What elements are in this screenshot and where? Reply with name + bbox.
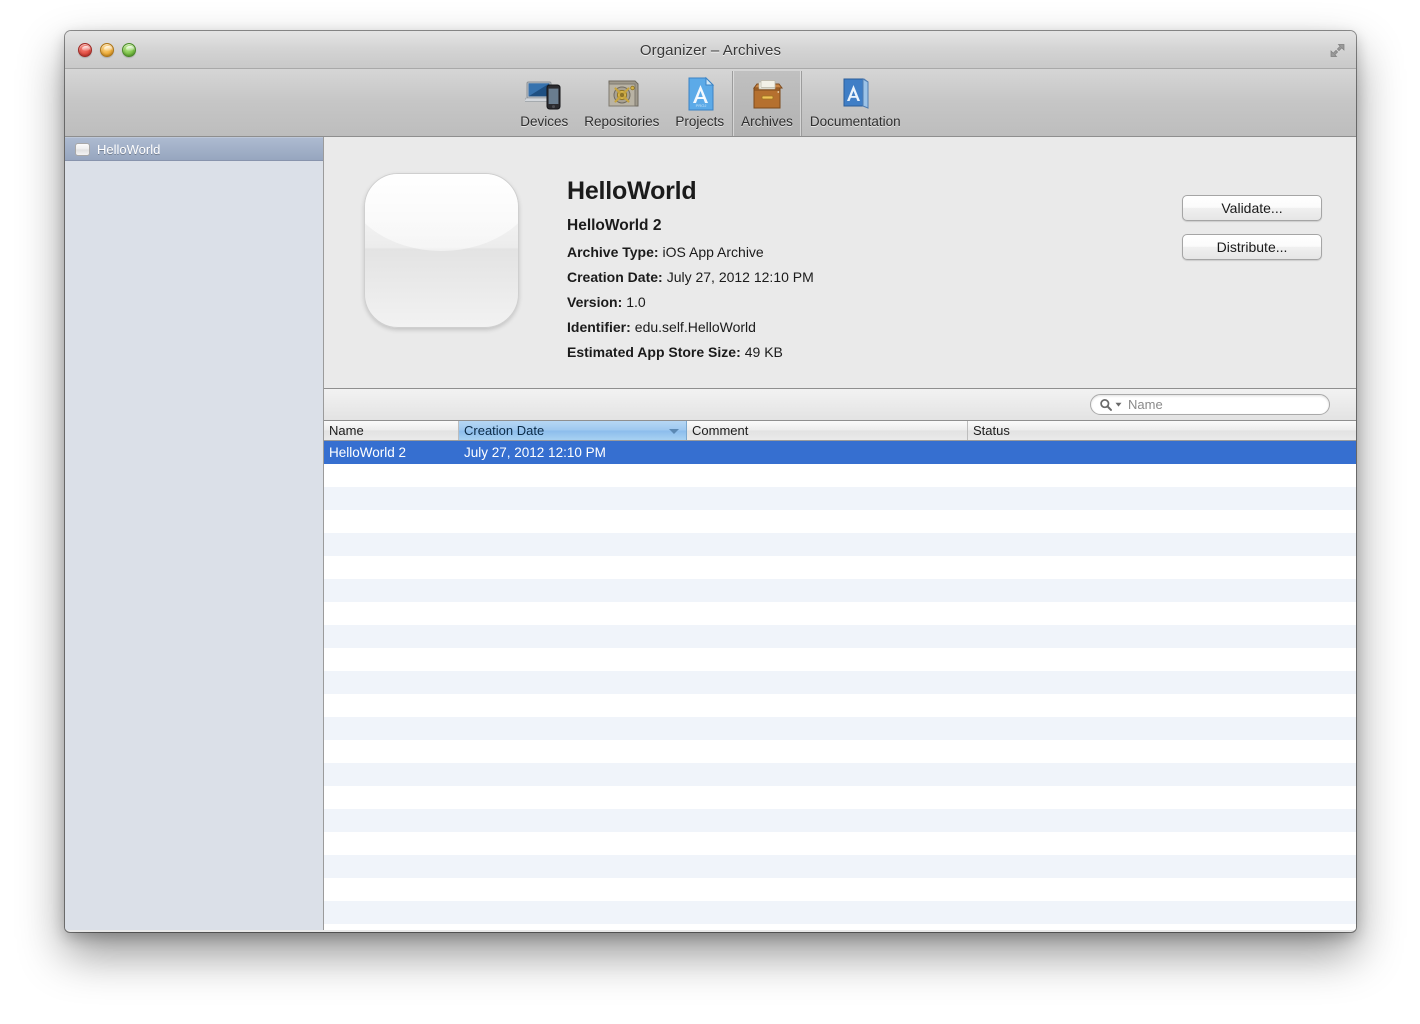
organizer-window: Organizer – Archives Devices bbox=[65, 31, 1356, 932]
meta-archive-type-key: Archive Type: bbox=[567, 244, 659, 260]
meta-creation-date-value: July 27, 2012 12:10 PM bbox=[667, 269, 814, 285]
table-row-empty[interactable] bbox=[324, 510, 1356, 533]
meta-version: Version:1.0 bbox=[567, 294, 814, 310]
validate-button[interactable]: Validate... bbox=[1182, 195, 1322, 221]
column-header-name[interactable]: Name bbox=[324, 421, 459, 440]
distribute-button[interactable]: Distribute... bbox=[1182, 234, 1322, 260]
archives-sidebar: HelloWorld bbox=[65, 137, 324, 930]
sidebar-item-helloworld[interactable]: HelloWorld bbox=[65, 137, 323, 161]
column-header-comment-label: Comment bbox=[692, 423, 748, 438]
table-row-empty[interactable] bbox=[324, 602, 1356, 625]
meta-identifier-key: Identifier: bbox=[567, 319, 631, 335]
toolbar-item-devices[interactable]: Devices bbox=[512, 71, 576, 136]
table-row-empty[interactable] bbox=[324, 625, 1356, 648]
meta-version-key: Version: bbox=[567, 294, 622, 310]
meta-version-value: 1.0 bbox=[626, 294, 645, 310]
search-input[interactable]: Name bbox=[1090, 394, 1330, 415]
table-row-empty[interactable] bbox=[324, 533, 1356, 556]
meta-app-store-size: Estimated App Store Size:49 KB bbox=[567, 344, 814, 360]
projects-icon: PROJ bbox=[681, 74, 719, 112]
table-row-empty[interactable] bbox=[324, 648, 1356, 671]
meta-creation-date: Creation Date:July 27, 2012 12:10 PM bbox=[567, 269, 814, 285]
toolbar-item-documentation[interactable]: Documentation bbox=[802, 71, 909, 136]
app-archive-icon bbox=[75, 143, 90, 156]
archives-content: HelloWorld HelloWorld 2 Archive Type:iOS… bbox=[324, 137, 1356, 930]
meta-app-store-size-value: 49 KB bbox=[745, 344, 783, 360]
toolbar-item-archives[interactable]: Archives bbox=[732, 71, 802, 136]
table-row-empty[interactable] bbox=[324, 786, 1356, 809]
chevron-down-icon[interactable] bbox=[1115, 401, 1122, 408]
table-row[interactable]: HelloWorld 2 July 27, 2012 12:10 PM bbox=[324, 441, 1356, 464]
toolbar-label-devices: Devices bbox=[520, 114, 568, 129]
archives-icon bbox=[748, 74, 786, 112]
table-row-empty[interactable] bbox=[324, 901, 1356, 924]
toolbar-label-projects: Projects bbox=[675, 114, 724, 129]
search-placeholder: Name bbox=[1128, 397, 1163, 412]
devices-icon bbox=[525, 74, 563, 112]
archive-actions: Validate... Distribute... bbox=[1182, 195, 1322, 260]
column-header-comment[interactable]: Comment bbox=[687, 421, 968, 440]
table-row-empty[interactable] bbox=[324, 464, 1356, 487]
column-header-status-label: Status bbox=[973, 423, 1010, 438]
svg-text:PROJ: PROJ bbox=[695, 103, 706, 108]
toolbar-item-projects[interactable]: PROJ Projects bbox=[667, 71, 732, 136]
table-row-empty[interactable] bbox=[324, 717, 1356, 740]
table-header-row: Name Creation Date Comment Status bbox=[324, 421, 1356, 441]
meta-archive-type-value: iOS App Archive bbox=[663, 244, 764, 260]
app-icon bbox=[364, 173, 519, 328]
cell-name: HelloWorld 2 bbox=[324, 445, 459, 460]
cell-creation-date: July 27, 2012 12:10 PM bbox=[459, 445, 687, 460]
documentation-icon bbox=[836, 74, 874, 112]
toolbar-label-documentation: Documentation bbox=[810, 114, 901, 129]
toolbar-label-repositories: Repositories bbox=[584, 114, 659, 129]
column-header-creation-date-label: Creation Date bbox=[464, 423, 544, 438]
table-row-empty[interactable] bbox=[324, 763, 1356, 786]
table-row-empty[interactable] bbox=[324, 671, 1356, 694]
column-header-creation-date[interactable]: Creation Date bbox=[459, 421, 687, 440]
sort-descending-icon bbox=[669, 429, 679, 434]
column-header-status[interactable]: Status bbox=[968, 421, 1356, 440]
table-row-empty[interactable] bbox=[324, 878, 1356, 901]
table-body: HelloWorld 2 July 27, 2012 12:10 PM bbox=[324, 441, 1356, 930]
meta-app-store-size-key: Estimated App Store Size: bbox=[567, 344, 741, 360]
meta-creation-date-key: Creation Date: bbox=[567, 269, 663, 285]
archives-table: Name Creation Date Comment Status bbox=[324, 421, 1356, 930]
table-row-empty[interactable] bbox=[324, 809, 1356, 832]
column-header-name-label: Name bbox=[329, 423, 364, 438]
fullscreen-arrows-icon bbox=[1328, 41, 1347, 60]
repositories-icon bbox=[603, 74, 641, 112]
meta-identifier-value: edu.self.HelloWorld bbox=[635, 319, 756, 335]
window-body: HelloWorld HelloWorld HelloWorld 2 Archi… bbox=[65, 137, 1356, 930]
table-row-empty[interactable] bbox=[324, 740, 1356, 763]
meta-archive-type: Archive Type:iOS App Archive bbox=[567, 244, 814, 260]
window-titlebar: Organizer – Archives bbox=[65, 31, 1356, 69]
meta-identifier: Identifier:edu.self.HelloWorld bbox=[567, 319, 814, 335]
table-filter-bar: Name bbox=[324, 389, 1356, 421]
table-row-empty[interactable] bbox=[324, 855, 1356, 878]
archive-title: HelloWorld bbox=[567, 177, 814, 206]
table-row-empty[interactable] bbox=[324, 694, 1356, 717]
table-row-empty[interactable] bbox=[324, 487, 1356, 510]
search-icon[interactable] bbox=[1099, 398, 1113, 412]
table-row-empty[interactable] bbox=[324, 556, 1356, 579]
window-title: Organizer – Archives bbox=[65, 42, 1356, 59]
toolbar-label-archives: Archives bbox=[741, 114, 793, 129]
archive-detail-text: HelloWorld HelloWorld 2 Archive Type:iOS… bbox=[567, 173, 814, 388]
toolbar-item-repositories[interactable]: Repositories bbox=[576, 71, 667, 136]
main-toolbar: Devices Repositories bbox=[65, 69, 1356, 137]
sidebar-item-label: HelloWorld bbox=[97, 142, 160, 157]
table-row-empty[interactable] bbox=[324, 832, 1356, 855]
archive-scheme-name: HelloWorld 2 bbox=[567, 217, 814, 235]
fullscreen-button[interactable] bbox=[1328, 41, 1347, 60]
table-row-empty[interactable] bbox=[324, 579, 1356, 602]
archive-detail-pane: HelloWorld HelloWorld 2 Archive Type:iOS… bbox=[324, 137, 1356, 389]
